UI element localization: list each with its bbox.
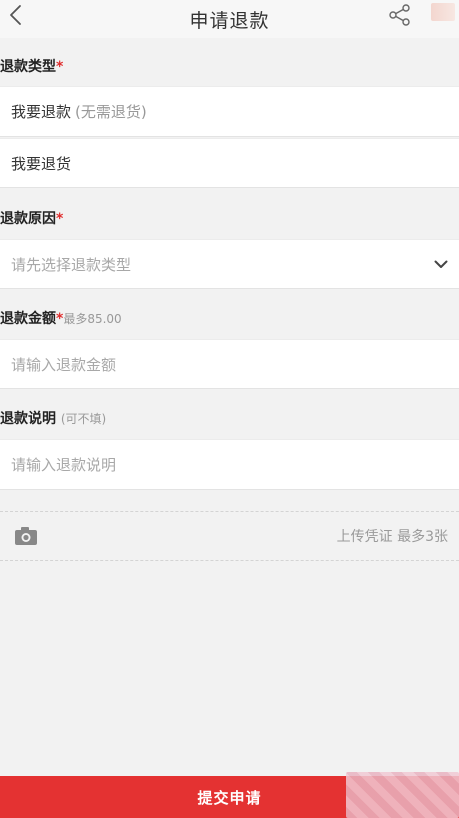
refund-reason-label: 退款原因* <box>0 211 64 227</box>
option-label: 我要退货 <box>11 154 72 173</box>
share-button[interactable] <box>385 0 415 30</box>
refund-note-placeholder: 请输入退款说明 <box>11 456 117 474</box>
share-icon <box>389 4 410 26</box>
back-button[interactable] <box>0 0 30 30</box>
refund-reason-placeholder: 请先选择退款类型 <box>11 255 132 274</box>
refund-type-option-return[interactable]: 我要退货 <box>0 138 459 188</box>
page-title: 申请退款 <box>189 9 270 32</box>
refund-amount-label: 退款金额*最多85.00 <box>0 311 122 327</box>
chevron-down-icon <box>433 256 449 272</box>
option-label: 我要退款 <box>11 103 72 121</box>
header: 申请退款 <box>0 0 459 38</box>
upload-proof-button[interactable]: 上传凭证 最多3张 <box>0 511 459 561</box>
refund-note-label: 退款说明 (可不填) <box>0 411 107 427</box>
refund-amount-input[interactable]: 请输入退款金额 <box>0 339 459 389</box>
chevron-left-icon <box>10 5 21 25</box>
refund-note-input[interactable]: 请输入退款说明 <box>0 439 459 490</box>
upload-hint: 上传凭证 最多3张 <box>336 529 448 545</box>
option-sublabel: (无需退货) <box>75 103 147 121</box>
refund-type-option-refund[interactable]: 我要退款 (无需退货) <box>0 86 459 137</box>
refund-reason-select[interactable]: 请先选择退款类型 <box>0 239 459 289</box>
camera-icon <box>15 527 37 545</box>
avatar <box>431 3 455 21</box>
watermark-overlay <box>346 772 459 818</box>
refund-amount-placeholder: 请输入退款金额 <box>11 355 117 374</box>
refund-type-label: 退款类型* <box>0 59 64 75</box>
